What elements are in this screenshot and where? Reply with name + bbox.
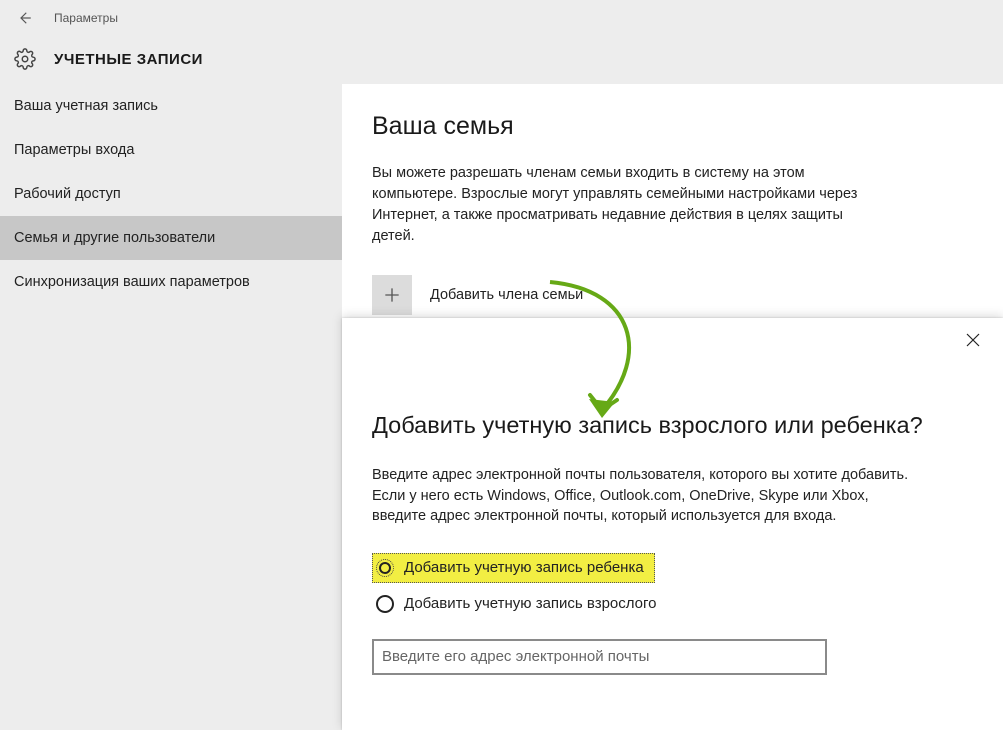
email-input[interactable]: Введите его адрес электронной почты xyxy=(372,639,827,675)
sidebar-item-your-account[interactable]: Ваша учетная запись xyxy=(0,84,342,128)
radio-icon xyxy=(376,559,394,577)
section-title: Ваша семья xyxy=(372,112,973,141)
radio-label-adult: Добавить учетную запись взрослого xyxy=(404,595,657,612)
add-member-label: Добавить члена семьи xyxy=(430,287,583,303)
sidebar-item-work-access[interactable]: Рабочий доступ xyxy=(0,172,342,216)
gear-icon xyxy=(14,48,36,70)
sidebar: Ваша учетная запись Параметры входа Рабо… xyxy=(0,84,342,728)
page-title: УЧЕТНЫЕ ЗАПИСИ xyxy=(54,51,203,68)
dialog-description: Введите адрес электронной почты пользова… xyxy=(372,465,922,527)
radio-icon xyxy=(376,595,394,613)
close-button[interactable] xyxy=(965,332,983,350)
back-button[interactable] xyxy=(14,8,34,28)
sidebar-item-family[interactable]: Семья и другие пользователи xyxy=(0,216,342,260)
dialog-title: Добавить учетную запись взрослого или ре… xyxy=(372,412,932,439)
radio-add-adult[interactable]: Добавить учетную запись взрослого xyxy=(372,589,663,619)
radio-label-child: Добавить учетную запись ребенка xyxy=(404,559,644,576)
plus-icon xyxy=(372,275,412,315)
email-placeholder: Введите его адрес электронной почты xyxy=(382,648,649,665)
sidebar-item-sync[interactable]: Синхронизация ваших параметров xyxy=(0,260,342,304)
section-description: Вы можете разрешать членам семьи входить… xyxy=(372,163,867,247)
add-account-dialog: Добавить учетную запись взрослого или ре… xyxy=(342,318,1003,730)
add-family-member-button[interactable]: Добавить члена семьи xyxy=(372,275,973,315)
sidebar-item-signin-options[interactable]: Параметры входа xyxy=(0,128,342,172)
app-title: Параметры xyxy=(54,11,118,25)
radio-add-child[interactable]: Добавить учетную запись ребенка xyxy=(372,553,655,583)
